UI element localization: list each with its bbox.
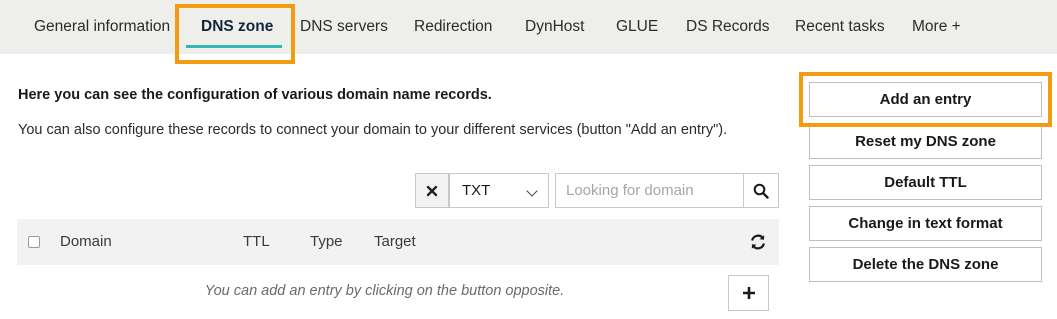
record-type-select[interactable]: TXT: [449, 173, 549, 208]
tab-bar: General information DNS zone DNS servers…: [0, 0, 1057, 54]
active-tab-indicator: [186, 45, 282, 48]
column-header-domain[interactable]: Domain: [60, 219, 112, 265]
tab-glue[interactable]: GLUE: [616, 0, 658, 54]
select-all-checkbox[interactable]: [28, 236, 40, 248]
chevron-down-icon: [526, 185, 538, 197]
column-header-target[interactable]: Target: [374, 219, 416, 265]
record-type-value: TXT: [462, 182, 491, 199]
column-header-type[interactable]: Type: [310, 219, 343, 265]
delete-dns-zone-button[interactable]: Delete the DNS zone: [809, 247, 1042, 282]
reset-dns-zone-button[interactable]: Reset my DNS zone: [809, 124, 1042, 159]
add-entry-button[interactable]: Add an entry: [809, 82, 1042, 117]
tab-more[interactable]: More +: [912, 0, 961, 54]
search-icon: [753, 183, 769, 199]
tab-ds-records[interactable]: DS Records: [686, 0, 770, 54]
plus-icon: [742, 287, 755, 299]
intro-title: Here you can see the configuration of va…: [18, 87, 492, 103]
close-icon: [426, 185, 438, 196]
tab-dynhost[interactable]: DynHost: [525, 0, 584, 54]
domain-search-input[interactable]: [555, 173, 743, 208]
intro-description: You can also configure these records to …: [18, 122, 728, 138]
table-header: Domain TTL Type Target: [17, 219, 779, 265]
column-header-ttl[interactable]: TTL: [243, 219, 270, 265]
default-ttl-button[interactable]: Default TTL: [809, 165, 1042, 200]
tab-recent-tasks[interactable]: Recent tasks: [795, 0, 885, 54]
add-entry-inline-button[interactable]: [728, 275, 769, 311]
empty-table-message: You can add an entry by clicking on the …: [204, 283, 565, 299]
tab-redirection[interactable]: Redirection: [414, 0, 492, 54]
change-text-format-button[interactable]: Change in text format: [809, 206, 1042, 241]
refresh-icon[interactable]: [749, 233, 767, 251]
clear-filter-button[interactable]: [415, 173, 449, 208]
tab-general-information[interactable]: General information: [34, 0, 170, 54]
search-button[interactable]: [743, 173, 779, 208]
tab-dns-servers[interactable]: DNS servers: [300, 0, 388, 54]
